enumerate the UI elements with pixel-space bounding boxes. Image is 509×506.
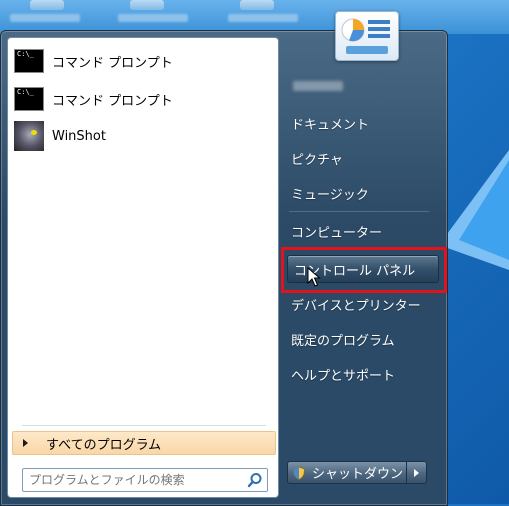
- shutdown-button[interactable]: シャットダウン: [287, 461, 407, 484]
- user-name-label[interactable]: [293, 81, 343, 91]
- arrow-right-icon: [23, 439, 28, 447]
- link-label: ヘルプとサポート: [291, 368, 396, 384]
- control-panel-icon: [341, 18, 390, 54]
- documents-link[interactable]: ドキュメント: [291, 109, 441, 137]
- user-picture-tile[interactable]: [335, 11, 399, 61]
- search-icon[interactable]: [247, 472, 263, 488]
- default-programs-link[interactable]: 既定のプログラム: [291, 325, 441, 353]
- all-programs-button[interactable]: すべてのプログラム: [12, 431, 276, 455]
- devices-printers-link[interactable]: デバイスとプリンター: [291, 290, 441, 318]
- all-programs-label: すべてのプログラム: [46, 437, 162, 453]
- shutdown-options-button[interactable]: [407, 461, 427, 484]
- link-label: ミュージック: [291, 187, 369, 203]
- desktop-top-strip: [0, 0, 509, 34]
- separator: [22, 425, 266, 426]
- link-label: ピクチャ: [291, 152, 343, 168]
- pictures-link[interactable]: ピクチャ: [291, 144, 441, 172]
- link-label: コンピューター: [291, 225, 383, 241]
- search-input[interactable]: [23, 472, 247, 488]
- desktop-icon[interactable]: [30, 0, 64, 10]
- highlight-annotation: [281, 247, 447, 293]
- link-label: ドキュメント: [291, 117, 370, 133]
- mouse-cursor-icon: [307, 267, 321, 287]
- program-label: WinShot: [52, 128, 106, 144]
- desktop-icon[interactable]: [240, 0, 274, 10]
- help-support-link[interactable]: ヘルプとサポート: [291, 360, 441, 388]
- arrow-right-icon: [414, 468, 419, 477]
- desktop-icon-label: [228, 14, 298, 22]
- desktop-icon[interactable]: [130, 0, 164, 10]
- program-item[interactable]: C:\_ コマンド プロンプト: [14, 44, 272, 78]
- winshot-icon: [14, 121, 44, 151]
- command-prompt-icon: C:\_: [14, 49, 44, 73]
- programs-pane: C:\_ コマンド プロンプト C:\_ コマンド プロンプト WinShot …: [7, 37, 279, 498]
- link-label: デバイスとプリンター: [291, 298, 421, 314]
- program-label: コマンド プロンプト: [52, 55, 173, 71]
- shutdown-label: シャットダウン: [312, 467, 404, 482]
- desktop-icon-label: [118, 14, 188, 22]
- program-item[interactable]: C:\_ コマンド プロンプト: [14, 82, 272, 116]
- program-label: コマンド プロンプト: [52, 93, 173, 109]
- desktop-wallpaper-shape: [439, 150, 509, 270]
- program-item[interactable]: WinShot: [14, 119, 272, 153]
- start-menu: C:\_ コマンド プロンプト C:\_ コマンド プロンプト WinShot …: [0, 11, 448, 506]
- computer-link[interactable]: コンピューター: [291, 217, 441, 245]
- link-label: 既定のプログラム: [291, 333, 395, 349]
- command-prompt-icon: C:\_: [14, 87, 44, 111]
- separator: [289, 211, 429, 212]
- shield-icon: [293, 466, 305, 480]
- music-link[interactable]: ミュージック: [291, 179, 441, 207]
- search-box[interactable]: [22, 468, 268, 492]
- desktop-icon-label: [10, 14, 80, 22]
